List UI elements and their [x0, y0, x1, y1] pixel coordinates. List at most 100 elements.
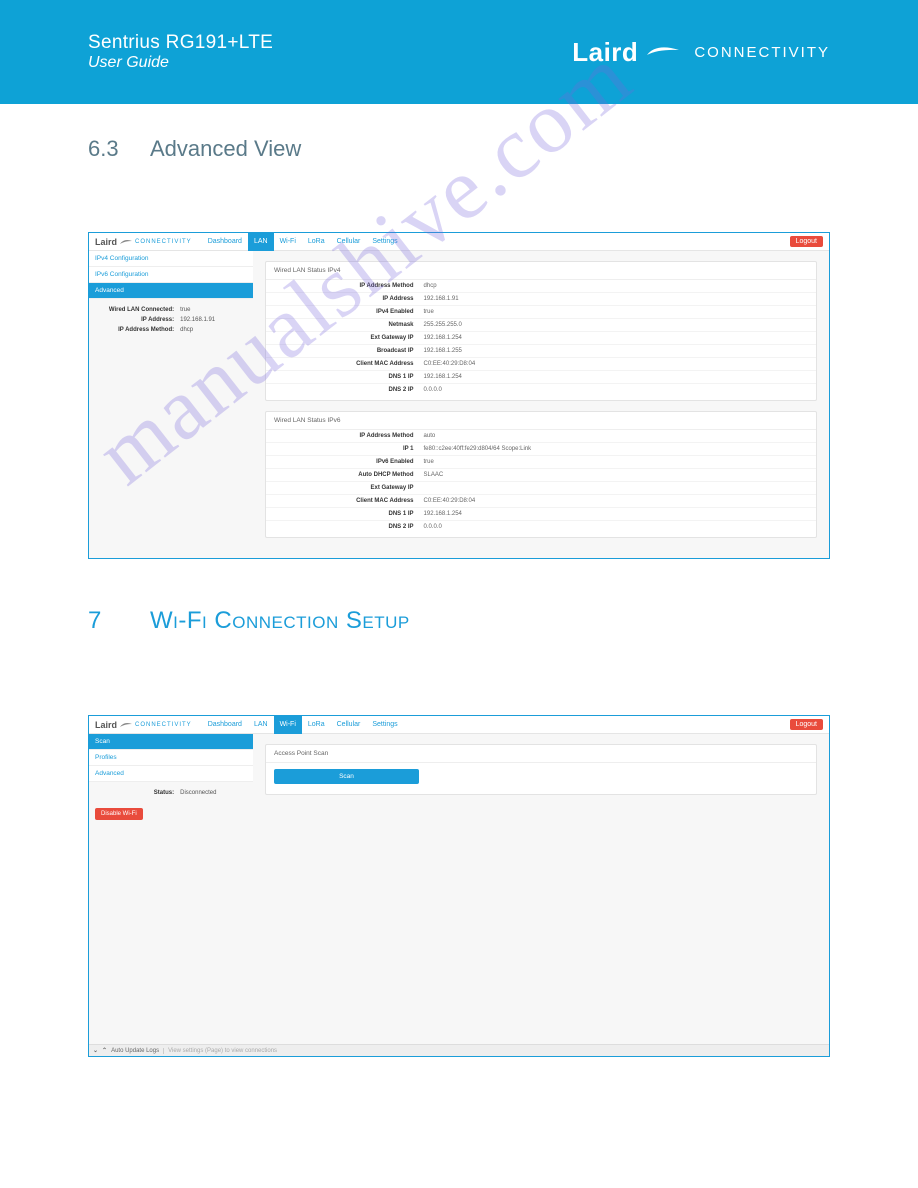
- panel-ipv6-status: Wired LAN Status IPv6 IP Address Methoda…: [265, 411, 817, 538]
- status-auto-update: Auto Update Logs: [111, 1048, 159, 1054]
- section-title: Wi-Fi Connection Setup: [150, 607, 410, 635]
- info-label: Broadcast IP: [274, 348, 424, 354]
- info-label: IP Address: [274, 296, 424, 302]
- info-value: true: [424, 459, 434, 465]
- sidebar-scan[interactable]: Scan: [89, 734, 253, 750]
- section-number: 6.3: [88, 136, 128, 162]
- scan-button[interactable]: Scan: [274, 769, 419, 784]
- nav-settings[interactable]: Settings: [366, 233, 403, 251]
- info-label: Netmask: [274, 322, 424, 328]
- doc-subtitle: User Guide: [88, 54, 273, 72]
- logout-button[interactable]: Logout: [790, 236, 823, 247]
- summary-label: Status:: [95, 790, 180, 796]
- section-title: Advanced View: [150, 136, 301, 162]
- sidebar-summary: Status: Disconnected: [89, 784, 253, 802]
- info-row: Ext Gateway IP: [266, 482, 816, 495]
- swoosh-icon: [646, 41, 680, 64]
- info-value: 192.168.1.255: [424, 348, 462, 354]
- info-value: auto: [424, 433, 436, 439]
- summary-value: true: [180, 307, 190, 313]
- laird-logo: Laird: [572, 37, 680, 68]
- summary-row: IP Address Method: dhcp: [89, 325, 253, 335]
- info-value: SLAAC: [424, 472, 444, 478]
- info-label: IP 1: [274, 446, 424, 452]
- screenshot-lan-advanced: Laird CONNECTIVITY Dashboard LAN Wi-Fi L…: [88, 232, 830, 559]
- logout-button[interactable]: Logout: [790, 719, 823, 730]
- info-label: Ext Gateway IP: [274, 485, 424, 491]
- screenshot-wifi-scan: Laird CONNECTIVITY Dashboard LAN Wi-Fi L…: [88, 715, 830, 1057]
- nav-links: Dashboard LAN Wi-Fi LoRa Cellular Settin…: [202, 716, 404, 734]
- doc-header-left: Sentrius RG191+LTE User Guide: [88, 32, 273, 72]
- nav-lora[interactable]: LoRa: [302, 233, 331, 251]
- doc-header-right: Laird CONNECTIVITY: [572, 37, 830, 68]
- summary-row: Wired LAN Connected: true: [89, 305, 253, 315]
- info-label: IPv4 Enabled: [274, 309, 424, 315]
- sidebar-advanced[interactable]: Advanced: [89, 283, 253, 299]
- summary-row: Status: Disconnected: [89, 788, 253, 798]
- info-value: 0.0.0.0: [424, 387, 442, 393]
- laird-brand-text: Laird: [572, 37, 638, 68]
- info-row: Ext Gateway IP192.168.1.254: [266, 332, 816, 345]
- info-row: DNS 2 IP0.0.0.0: [266, 521, 816, 533]
- summary-value: dhcp: [180, 327, 193, 333]
- nav-wifi[interactable]: Wi-Fi: [274, 716, 302, 734]
- sidebar: IPv4 Configuration IPv6 Configuration Ad…: [89, 251, 253, 558]
- info-label: Auto DHCP Method: [274, 472, 424, 478]
- info-row: IPv6 Enabledtrue: [266, 456, 816, 469]
- chevron-up-icon[interactable]: ⌃: [102, 1047, 107, 1054]
- main-content: Access Point Scan Scan: [253, 734, 829, 1044]
- chevron-down-icon[interactable]: ⌄: [93, 1047, 98, 1054]
- info-row: IP Address192.168.1.91: [266, 293, 816, 306]
- info-row: IP 1fe80::c2ee:40ff:fe29:d804/64 Scope:L…: [266, 443, 816, 456]
- panel-title: Access Point Scan: [266, 745, 816, 763]
- app-brand-connectivity: CONNECTIVITY: [135, 722, 192, 728]
- info-row: IP Address Methodauto: [266, 430, 816, 443]
- info-row: IPv4 Enabledtrue: [266, 306, 816, 319]
- info-value: 192.168.1.254: [424, 511, 462, 517]
- sidebar-ipv4-config[interactable]: IPv4 Configuration: [89, 251, 253, 267]
- nav-dashboard[interactable]: Dashboard: [202, 716, 248, 734]
- summary-value: 192.168.1.91: [180, 317, 215, 323]
- connectivity-text: CONNECTIVITY: [694, 44, 830, 61]
- nav-settings[interactable]: Settings: [366, 716, 403, 734]
- info-row: Netmask255.255.255.0: [266, 319, 816, 332]
- sidebar-advanced[interactable]: Advanced: [89, 766, 253, 782]
- info-label: IP Address Method: [274, 433, 424, 439]
- info-row: DNS 1 IP192.168.1.254: [266, 371, 816, 384]
- nav-lan[interactable]: LAN: [248, 716, 274, 734]
- summary-value: Disconnected: [180, 790, 216, 796]
- summary-row: IP Address: 192.168.1.91: [89, 315, 253, 325]
- info-label: DNS 1 IP: [274, 374, 424, 380]
- product-name: Sentrius RG191+LTE: [88, 32, 273, 54]
- status-hint: View settings (Page) to view connections: [163, 1048, 277, 1054]
- info-value: 0.0.0.0: [424, 524, 442, 530]
- disable-wifi-button[interactable]: Disable Wi-Fi: [95, 808, 143, 820]
- sidebar-summary: Wired LAN Connected: true IP Address: 19…: [89, 301, 253, 339]
- nav-cellular[interactable]: Cellular: [331, 233, 367, 251]
- nav-wifi[interactable]: Wi-Fi: [274, 233, 302, 251]
- app-brand-connectivity: CONNECTIVITY: [135, 239, 192, 245]
- sidebar-profiles[interactable]: Profiles: [89, 750, 253, 766]
- info-value: C0:EE:40:29:D8:04: [424, 361, 476, 367]
- summary-label: Wired LAN Connected:: [95, 307, 180, 313]
- app-navbar: Laird CONNECTIVITY Dashboard LAN Wi-Fi L…: [89, 233, 829, 251]
- info-value: 192.168.1.254: [424, 374, 462, 380]
- swoosh-icon: [120, 238, 132, 246]
- status-bar: ⌄ ⌃ Auto Update Logs View settings (Page…: [89, 1044, 829, 1056]
- info-label: IPv6 Enabled: [274, 459, 424, 465]
- nav-lan[interactable]: LAN: [248, 233, 274, 251]
- nav-cellular[interactable]: Cellular: [331, 716, 367, 734]
- info-row: IP Address Methoddhcp: [266, 280, 816, 293]
- sidebar-ipv6-config[interactable]: IPv6 Configuration: [89, 267, 253, 283]
- info-row: DNS 2 IP0.0.0.0: [266, 384, 816, 396]
- info-row: Client MAC AddressC0:EE:40:29:D8:04: [266, 358, 816, 371]
- info-label: Client MAC Address: [274, 361, 424, 367]
- info-row: DNS 1 IP192.168.1.254: [266, 508, 816, 521]
- app-navbar: Laird CONNECTIVITY Dashboard LAN Wi-Fi L…: [89, 716, 829, 734]
- info-label: DNS 1 IP: [274, 511, 424, 517]
- nav-dashboard[interactable]: Dashboard: [202, 233, 248, 251]
- info-value: fe80::c2ee:40ff:fe29:d804/64 Scope:Link: [424, 446, 532, 452]
- info-value: 192.168.1.254: [424, 335, 462, 341]
- nav-lora[interactable]: LoRa: [302, 716, 331, 734]
- doc-header: Sentrius RG191+LTE User Guide Laird CONN…: [0, 0, 918, 104]
